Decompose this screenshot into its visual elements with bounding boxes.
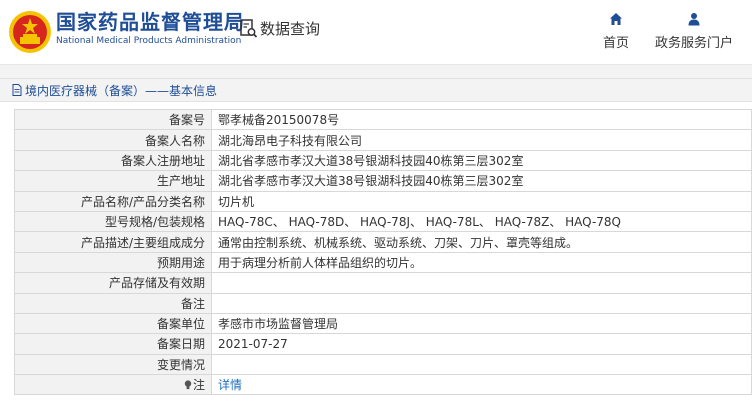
row-value: 湖北省孝感市孝汉大道38号银湖科技园40栋第三层302室 xyxy=(211,149,752,172)
info-table-wrap: 备案号 鄂孝械备20150078号 备案人名称 湖北海昂电子科技有限公司 备案人注册… xyxy=(14,108,752,396)
row-label: 生产地址 xyxy=(14,170,212,192)
row-value xyxy=(211,353,752,376)
row-value xyxy=(211,292,752,314)
row-label: 产品名称/产品分类名称 xyxy=(14,190,212,212)
row-label: 备案人名称 xyxy=(14,129,212,151)
nav-home[interactable]: 首页 xyxy=(603,12,629,51)
table-row: 产品描述/主要组成成分 通常由控制系统、机械系统、驱动系统、刀架、刀片、罩壳等组成… xyxy=(14,231,752,253)
national-emblem-logo xyxy=(9,11,51,53)
spacer xyxy=(0,65,752,78)
section-title: 境内医疗器械（备案）——基本信息 xyxy=(25,83,218,98)
table-row: 备注 xyxy=(14,292,752,314)
nav-service-portal-label: 政务服务门户 xyxy=(655,36,734,51)
row-label: 备案单位 xyxy=(14,312,212,335)
document-icon xyxy=(12,84,22,96)
note-label-cell: 注 xyxy=(14,374,212,396)
row-value: 用于病理分析前人体样品组织的切片。 xyxy=(211,251,752,274)
row-label: 产品描述/主要组成成分 xyxy=(14,231,212,253)
brand-title-cn: 国家药品监督管理局 xyxy=(56,10,245,34)
basic-info-table: 备案号 鄂孝械备20150078号 备案人名称 湖北海昂电子科技有限公司 备案人注册… xyxy=(14,108,752,396)
nav-service-portal[interactable]: 政务服务门户 xyxy=(655,12,733,51)
data-query-link[interactable]: 数据查询 xyxy=(240,18,320,39)
note-value-cell: 详情 xyxy=(211,374,752,396)
row-value: 湖北海昂电子科技有限公司 xyxy=(211,129,752,151)
table-row: 备案号 鄂孝械备20150078号 xyxy=(14,108,752,131)
table-row: 产品名称/产品分类名称 切片机 xyxy=(14,190,752,212)
table-row: 型号规格/包装规格 HAQ-78C、 HAQ-78D、 HAQ-78J、 HAQ-… xyxy=(14,210,752,233)
row-value: 2021-07-27 xyxy=(211,333,752,355)
note-label: 注 xyxy=(192,378,205,393)
table-row: 预期用途 用于病理分析前人体样品组织的切片。 xyxy=(14,251,752,274)
row-label: 备案日期 xyxy=(14,333,212,355)
row-value: HAQ-78C、 HAQ-78D、 HAQ-78J、 HAQ-78L、 HAQ-… xyxy=(211,210,752,233)
home-icon xyxy=(610,13,622,25)
site-header: 国家药品监督管理局 National Medical Products Admi… xyxy=(0,0,752,65)
table-row: 备案日期 2021-07-27 xyxy=(14,333,752,355)
row-value xyxy=(211,272,752,294)
row-value: 通常由控制系统、机械系统、驱动系统、刀架、刀片、罩壳等组成。 xyxy=(211,231,752,253)
row-label: 备案人注册地址 xyxy=(14,149,212,172)
lightbulb-icon xyxy=(184,380,192,390)
row-value: 孝感市市场监督管理局 xyxy=(211,312,752,335)
brand-title-en: National Medical Products Administration xyxy=(56,36,242,46)
table-row: 变更情况 xyxy=(14,353,752,376)
table-row: 备案人注册地址 湖北省孝感市孝汉大道38号银湖科技园40栋第三层302室 xyxy=(14,149,752,172)
person-icon xyxy=(688,13,700,26)
table-row: 生产地址 湖北省孝感市孝汉大道38号银湖科技园40栋第三层302室 xyxy=(14,170,752,192)
details-link[interactable]: 详情 xyxy=(218,378,242,392)
table-row-note: 注 详情 xyxy=(14,374,752,396)
table-row: 备案单位 孝感市市场监督管理局 xyxy=(14,312,752,335)
table-row: 备案人名称 湖北海昂电子科技有限公司 xyxy=(14,129,752,151)
data-query-label: 数据查询 xyxy=(260,20,321,38)
row-label: 变更情况 xyxy=(14,353,212,376)
row-label: 型号规格/包装规格 xyxy=(14,210,212,233)
row-value: 鄂孝械备20150078号 xyxy=(211,108,752,131)
table-row: 产品存储及有效期 xyxy=(14,272,752,294)
section-header: 境内医疗器械（备案）——基本信息 xyxy=(0,78,752,102)
row-label: 产品存储及有效期 xyxy=(14,272,212,294)
row-label: 备案号 xyxy=(14,108,212,131)
nav-home-label: 首页 xyxy=(603,36,630,51)
row-label: 备注 xyxy=(14,292,212,314)
brand[interactable]: 国家药品监督管理局 National Medical Products Admi… xyxy=(56,10,245,48)
row-label: 预期用途 xyxy=(14,251,212,274)
row-value: 切片机 xyxy=(211,190,752,212)
document-search-icon xyxy=(240,18,258,38)
row-value: 湖北省孝感市孝汉大道38号银湖科技园40栋第三层302室 xyxy=(211,170,752,192)
